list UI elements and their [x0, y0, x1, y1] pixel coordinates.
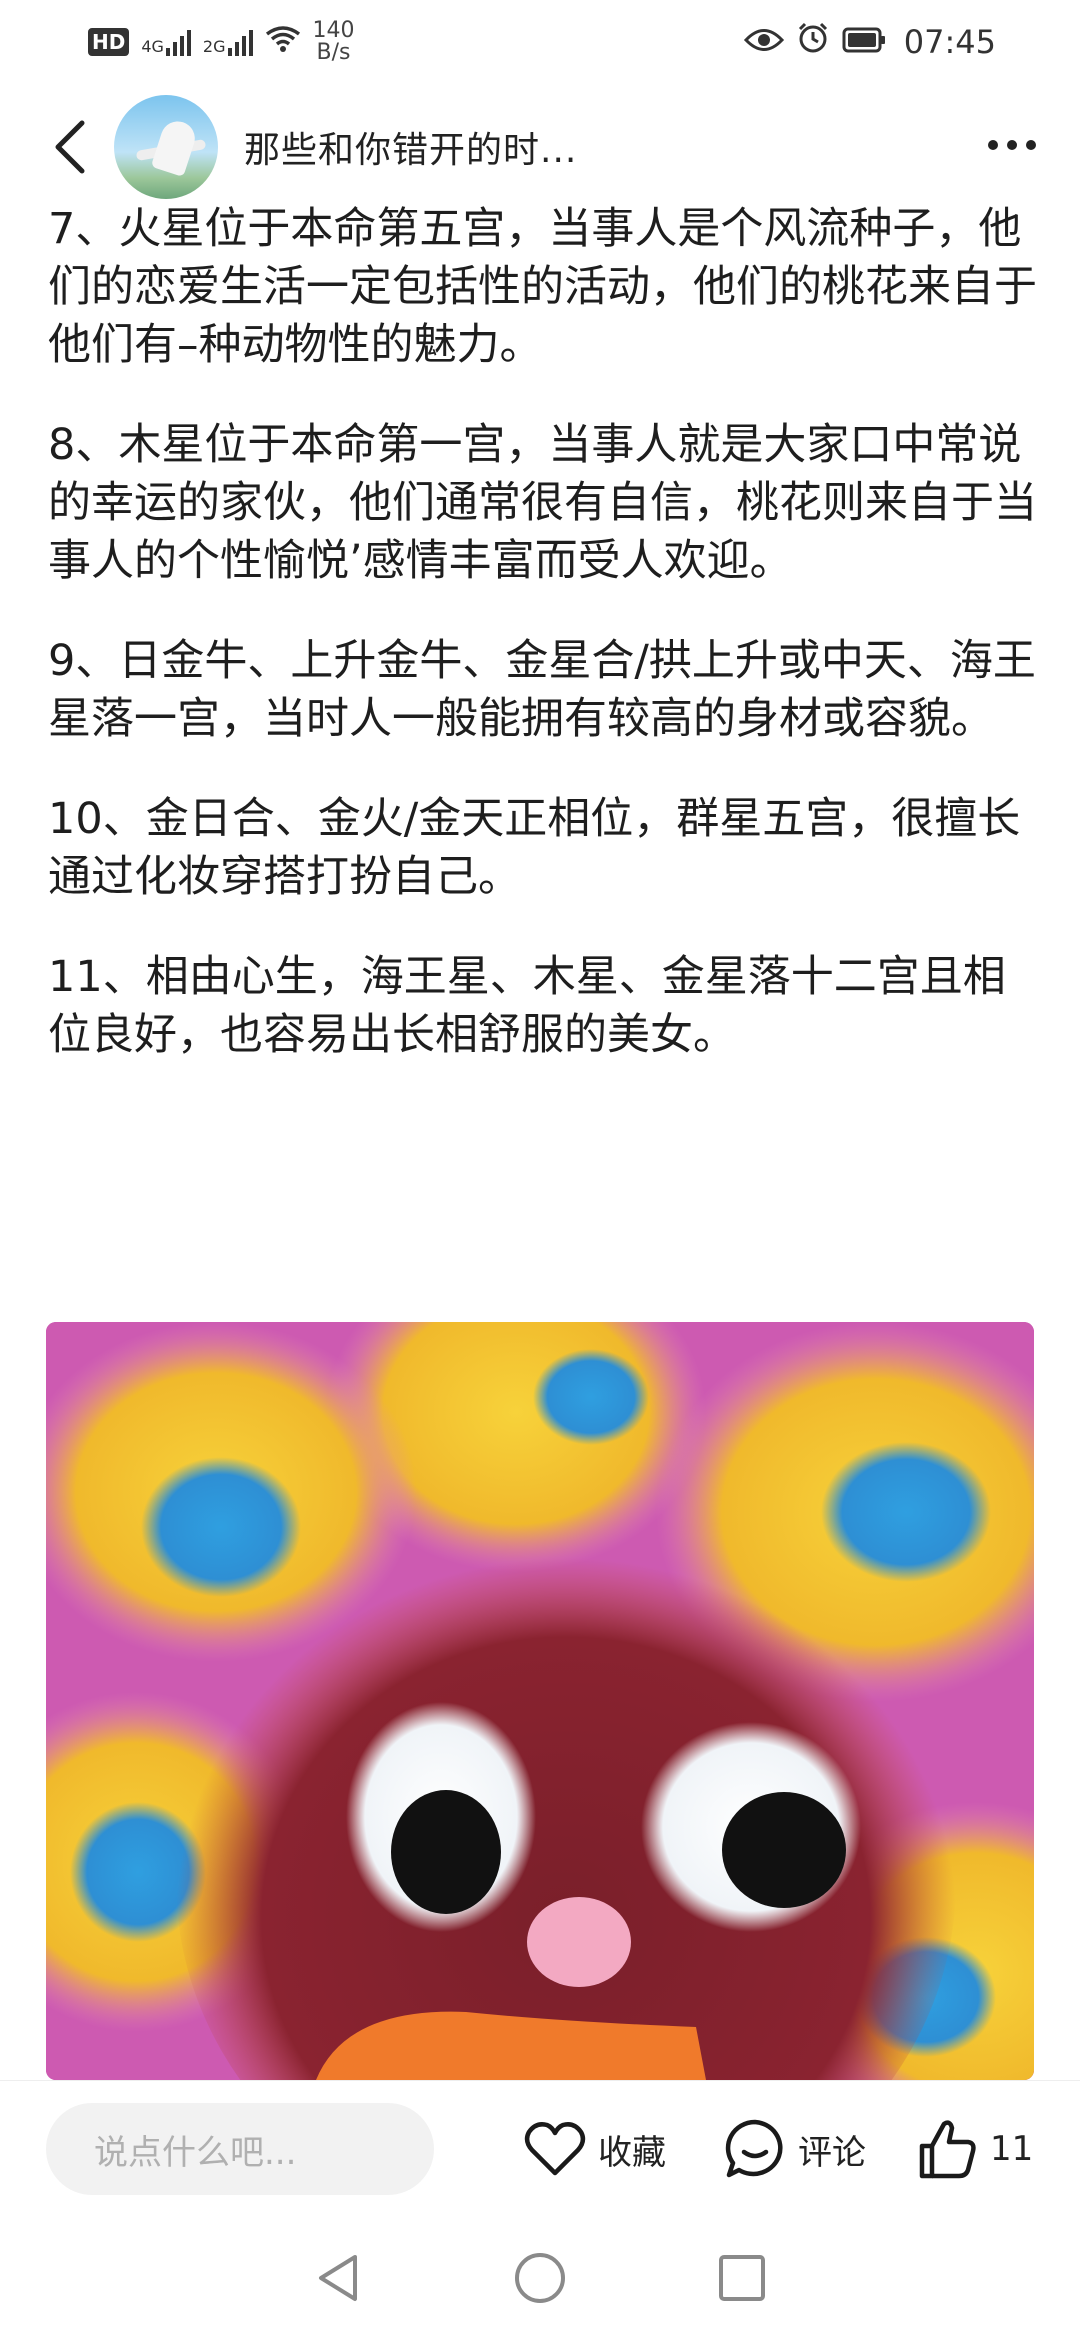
- article-paragraph: 8、木星位于本命第一宫，当事人就是大家口中常说的幸运的家伙，他们通常很有自信，桃…: [48, 420, 1037, 586]
- triangle-back-icon: [319, 2255, 357, 2301]
- like-button[interactable]: 11: [918, 2111, 1033, 2187]
- comment-label: 评论: [798, 2132, 866, 2173]
- blue-spot: [533, 1349, 649, 1445]
- comment-input[interactable]: 说点什么吧...: [46, 2103, 434, 2195]
- article-paragraph: 7、火星位于本命第五宫，当事人是个风流种子，他们的恋爱生活一定包括性的活动，他们…: [48, 204, 1037, 370]
- status-bar: HD 4G 2G 140 B/s 07:45: [0, 0, 1080, 84]
- article-image[interactable]: [46, 1322, 1034, 2080]
- hd-badge: HD: [88, 28, 130, 56]
- article-paragraph: 11、相由心生，海王星、木星、金星落十二宫且相位良好，也容易出长相舒服的美女。: [48, 952, 1006, 1060]
- sim2-label: 2G: [202, 37, 226, 56]
- circle-home-icon: [515, 2253, 565, 2303]
- status-left: HD 4G 2G 140 B/s: [88, 20, 355, 64]
- more-dots-icon: [1007, 140, 1017, 150]
- left-pupil: [391, 1790, 501, 1914]
- nav-recents-button[interactable]: [717, 2253, 767, 2307]
- back-arrow-icon: [55, 120, 85, 174]
- comment-button[interactable]: 评论: [724, 2111, 866, 2187]
- avatar[interactable]: [114, 95, 218, 199]
- more-button[interactable]: [982, 120, 1042, 170]
- more-dots-icon: [988, 140, 998, 150]
- alarm-icon: [796, 21, 830, 63]
- nav-home-button[interactable]: [513, 2251, 567, 2309]
- thumbs-up-icon: [919, 2120, 976, 2179]
- article-paragraph: 9、日金牛、上升金牛、金星合/拱上升或中天、海王星落一宫，当时人一般能拥有较高的…: [48, 636, 1036, 744]
- eye-icon: [743, 23, 784, 61]
- favorite-button[interactable]: 收藏: [524, 2111, 666, 2187]
- heart-icon: [524, 2122, 586, 2176]
- like-count: 11: [990, 2129, 1034, 2169]
- signal-bars-icon: [227, 28, 253, 56]
- battery-icon: [842, 23, 886, 61]
- more-dots-icon: [1026, 140, 1036, 150]
- wifi-icon: [265, 23, 301, 61]
- bottom-action-bar: 说点什么吧... 收藏 评论 11: [0, 2080, 1080, 2221]
- signal-bars-icon: [165, 28, 191, 56]
- chat-bubble-icon: [725, 2119, 783, 2178]
- favorite-label: 收藏: [598, 2132, 666, 2173]
- status-right: 07:45: [743, 21, 996, 63]
- system-navigation-bar: [0, 2220, 1080, 2340]
- page-title: 那些和你错开的时...: [244, 130, 578, 171]
- network-speed-unit: B/s: [316, 40, 351, 65]
- clock: 07:45: [903, 23, 996, 61]
- sim1-label: 4G: [141, 37, 164, 56]
- square-recents-icon: [719, 2255, 765, 2301]
- back-button[interactable]: [40, 117, 100, 177]
- top-header: 那些和你错开的时...: [0, 92, 1080, 202]
- avatar-figure: [150, 117, 200, 177]
- sim1-signal: 4G: [141, 28, 191, 56]
- article-body: 7、火星位于本命第五宫，当事人是个风流种子，他们的恋爱生活一定包括性的活动，他们…: [48, 200, 1038, 1106]
- blue-spot: [821, 1442, 991, 1582]
- sim2-signal: 2G: [203, 28, 253, 56]
- blue-spot: [141, 1457, 301, 1597]
- right-pupil: [722, 1792, 846, 1908]
- network-speed: 140 B/s: [313, 20, 355, 64]
- nav-back-button[interactable]: [313, 2251, 363, 2309]
- character-nose: [527, 1897, 631, 1987]
- article-paragraph: 10、金日合、金火/金天正相位，群星五宫，很擅长通过化妆穿搭打扮自己。: [48, 794, 1021, 902]
